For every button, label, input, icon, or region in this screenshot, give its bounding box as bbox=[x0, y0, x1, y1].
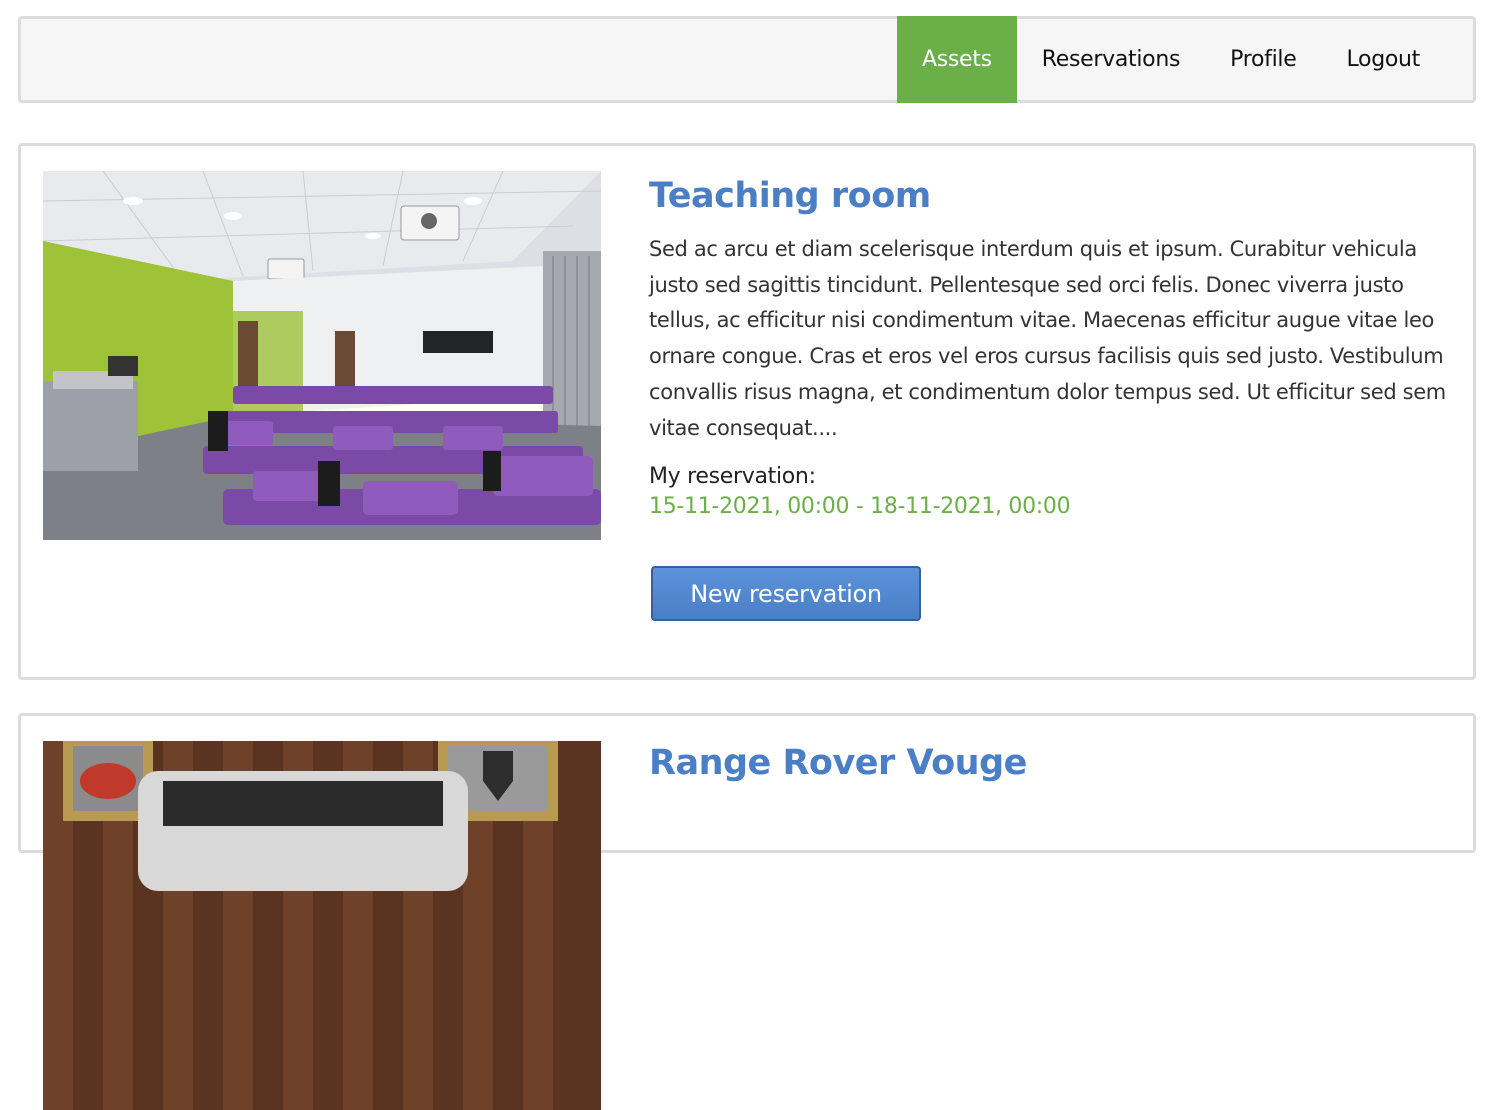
asset-image-range-rover bbox=[43, 741, 601, 1110]
reservation-label: My reservation: bbox=[649, 464, 816, 490]
range-rover-photo bbox=[43, 741, 601, 1110]
nav-menu: Assets Reservations Profile Logout bbox=[896, 16, 1445, 103]
asset-card-range-rover: Range Rover Vouge bbox=[18, 713, 1476, 1110]
asset-info: Teaching room Sed ac arcu et diam sceler… bbox=[649, 174, 1449, 522]
teaching-room-photo bbox=[43, 171, 601, 540]
nav-item-logout[interactable]: Logout bbox=[1321, 16, 1445, 103]
nav-item-profile[interactable]: Profile bbox=[1205, 16, 1321, 103]
asset-info: Range Rover Vouge bbox=[649, 741, 1449, 785]
nav-item-reservations[interactable]: Reservations bbox=[1017, 16, 1205, 103]
new-reservation-button[interactable]: New reservation bbox=[651, 566, 921, 621]
asset-image-teaching-room bbox=[43, 171, 601, 540]
reservation-dates: 15-11-2021, 00:00 - 18-11-2021, 00:00 bbox=[649, 494, 1071, 520]
asset-description: Sed ac arcu et diam scelerisque interdum… bbox=[649, 237, 1446, 440]
nav-item-assets[interactable]: Assets bbox=[896, 16, 1017, 103]
asset-title[interactable]: Range Rover Vouge bbox=[649, 741, 1449, 785]
asset-title[interactable]: Teaching room bbox=[649, 174, 1449, 218]
asset-card-teaching-room: Teaching room Sed ac arcu et diam sceler… bbox=[18, 143, 1476, 680]
top-navbar: Assets Reservations Profile Logout bbox=[18, 16, 1476, 103]
